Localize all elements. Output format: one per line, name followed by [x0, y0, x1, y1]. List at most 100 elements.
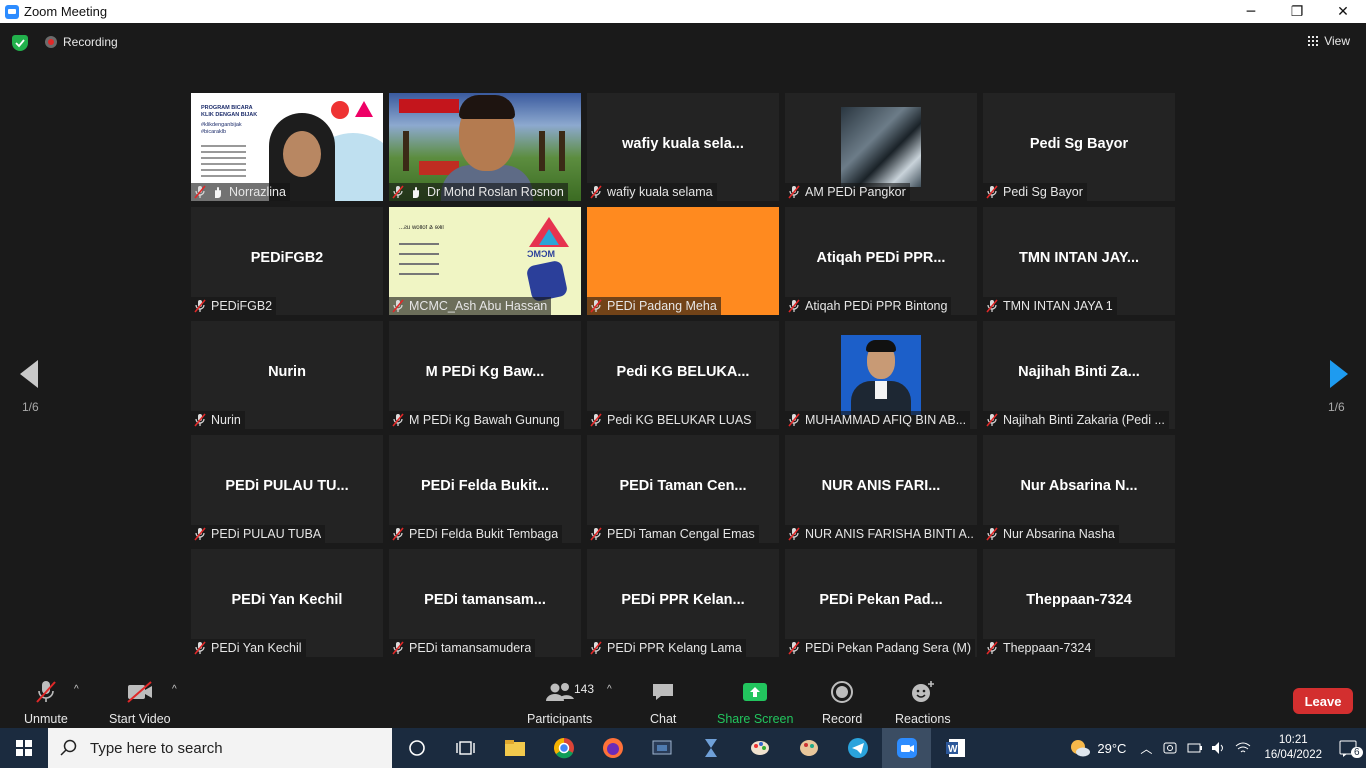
- participant-tile[interactable]: MUHAMMAD AFIQ BIN AB...: [785, 321, 977, 429]
- participant-name-label: TMN INTAN JAYA 1: [983, 297, 1117, 315]
- participant-tile[interactable]: TMN INTAN JAY... TMN INTAN JAYA 1: [983, 207, 1175, 315]
- participant-tile[interactable]: PEDi Pekan Pad... PEDi Pekan Padang Sera …: [785, 549, 977, 657]
- record-label: Record: [822, 712, 863, 726]
- participant-display-name: TMN INTAN JAY...: [1018, 250, 1140, 266]
- reactions-button[interactable]: Reactions: [895, 680, 951, 726]
- participant-display-name: wafiy kuala sela...: [622, 136, 744, 152]
- view-button[interactable]: View: [1308, 34, 1350, 48]
- mic-muted-icon: [787, 185, 801, 199]
- participant-name: PEDiFGB2: [211, 299, 273, 313]
- maximize-button[interactable]: ❐: [1274, 0, 1320, 23]
- start-video-label: Start Video: [109, 712, 171, 726]
- participant-tile[interactable]: like & follow us... MCMC MCMC_Ash Abu Hass…: [389, 207, 581, 315]
- security-shield-icon[interactable]: [12, 35, 28, 51]
- notifications-button[interactable]: 6: [1330, 728, 1366, 768]
- participant-tile[interactable]: Nur Absarina N... Nur Absarina Nasha: [983, 435, 1175, 543]
- participant-name: PEDi Taman Cengal Emas: [607, 527, 755, 541]
- record-button[interactable]: Record: [822, 680, 862, 726]
- chevron-up-icon[interactable]: ︿: [1140, 740, 1152, 757]
- participant-tile[interactable]: M PEDi Kg Baw... M PEDi Kg Bawah Gunung: [389, 321, 581, 429]
- participant-tile[interactable]: Theppaan-7324 Theppaan-7324: [983, 549, 1175, 657]
- participant-display-name: NUR ANIS FARI...: [821, 478, 941, 494]
- audio-options-caret-icon[interactable]: ^: [74, 684, 79, 695]
- hourglass-app-icon[interactable]: [686, 728, 735, 768]
- participant-display-name: Nurin: [268, 364, 306, 380]
- participant-tile[interactable]: PROGRAM BICARA KLIK DENGAN BIJAK #klikdeng…: [191, 93, 383, 201]
- gallery-grid: PROGRAM BICARA KLIK DENGAN BIJAK #klikdeng…: [191, 93, 1175, 657]
- unmute-label: Unmute: [24, 712, 68, 726]
- participant-tile[interactable]: PEDi tamansam... PEDi tamansamudera: [389, 549, 581, 657]
- telegram-icon[interactable]: [833, 728, 882, 768]
- file-explorer-icon[interactable]: [490, 728, 539, 768]
- task-view-icon[interactable]: [441, 728, 490, 768]
- battery-icon[interactable]: [1186, 739, 1204, 757]
- camera-tray-icon[interactable]: [1162, 739, 1180, 757]
- leave-button[interactable]: Leave: [1293, 688, 1353, 714]
- word-icon[interactable]: W: [931, 728, 980, 768]
- share-screen-button[interactable]: Share Screen: [717, 680, 793, 726]
- participant-tile[interactable]: PEDi Felda Bukit... PEDi Felda Bukit Temb…: [389, 435, 581, 543]
- start-button[interactable]: [0, 728, 48, 768]
- participant-tile[interactable]: PEDi Padang Meha: [587, 207, 779, 315]
- mic-muted-icon: [589, 527, 603, 541]
- participant-tile[interactable]: Nurin Nurin: [191, 321, 383, 429]
- participant-tile[interactable]: PEDi PPR Kelan... PEDi PPR Kelang Lama: [587, 549, 779, 657]
- taskbar-search[interactable]: Type here to search: [48, 728, 392, 768]
- weather-sun-cloud-icon: [1071, 740, 1091, 757]
- participant-tile[interactable]: Atiqah PEDi PPR... Atiqah PEDi PPR Binton…: [785, 207, 977, 315]
- participant-tile[interactable]: AM PEDi Pangkor: [785, 93, 977, 201]
- participant-display-name: PEDiFGB2: [250, 250, 324, 266]
- mic-muted-icon: [193, 527, 207, 541]
- participant-tile[interactable]: Dr Mohd Roslan Rosnon: [389, 93, 581, 201]
- participant-name-label: PEDi Taman Cengal Emas: [587, 525, 759, 543]
- raised-hand-icon: [409, 185, 423, 199]
- clock[interactable]: 10:21 16/04/2022: [1264, 733, 1322, 763]
- participant-tile[interactable]: Pedi Sg Bayor Pedi Sg Bayor: [983, 93, 1175, 201]
- unmute-button[interactable]: Unmute: [24, 680, 68, 726]
- mic-muted-icon: [589, 413, 603, 427]
- participants-caret-icon[interactable]: ^: [607, 684, 612, 695]
- participant-tile[interactable]: Pedi KG BELUKA... Pedi KG BELUKAR LUAS: [587, 321, 779, 429]
- minimize-button[interactable]: ─: [1228, 0, 1274, 23]
- chat-button[interactable]: Chat: [650, 680, 676, 726]
- paint-app-icon[interactable]: [735, 728, 784, 768]
- close-button[interactable]: ✕: [1320, 0, 1366, 23]
- participant-display-name: Pedi Sg Bayor: [1029, 136, 1129, 152]
- share-screen-label: Share Screen: [717, 712, 794, 726]
- window-title: Zoom Meeting: [24, 4, 108, 19]
- view-label: View: [1324, 34, 1350, 48]
- mic-muted-icon: [589, 185, 603, 199]
- start-video-button[interactable]: Start Video: [109, 680, 171, 726]
- media-app-icon[interactable]: [637, 728, 686, 768]
- participant-tile[interactable]: PEDi Taman Cen... PEDi Taman Cengal Emas: [587, 435, 779, 543]
- participant-tile[interactable]: PEDi Yan Kechil PEDi Yan Kechil: [191, 549, 383, 657]
- participant-name: PEDi Pekan Padang Sera (M): [805, 641, 972, 655]
- cortana-icon[interactable]: [392, 728, 441, 768]
- previous-page[interactable]: 1/6: [18, 360, 40, 414]
- arrow-left-icon[interactable]: [20, 360, 38, 388]
- participant-tile[interactable]: NUR ANIS FARI... NUR ANIS FARISHA BINTI A…: [785, 435, 977, 543]
- participant-name: PEDi PPR Kelang Lama: [607, 641, 742, 655]
- recording-indicator[interactable]: Recording: [45, 35, 118, 49]
- firefox-icon[interactable]: [588, 728, 637, 768]
- arrow-right-icon[interactable]: [1330, 360, 1348, 388]
- volume-icon[interactable]: [1210, 739, 1228, 757]
- participant-name: Norrazlina: [229, 185, 286, 199]
- next-page[interactable]: 1/6: [1328, 360, 1350, 414]
- participant-name-label: Theppaan-7324: [983, 639, 1096, 657]
- zoom-taskbar-icon[interactable]: [882, 728, 931, 768]
- participant-tile[interactable]: PEDiFGB2 PEDiFGB2: [191, 207, 383, 315]
- participant-name-label: PEDi PULAU TUBA: [191, 525, 326, 543]
- chrome-icon[interactable]: [539, 728, 588, 768]
- reactions-label: Reactions: [895, 712, 951, 726]
- participant-tile[interactable]: PEDi PULAU TU... PEDi PULAU TUBA: [191, 435, 383, 543]
- participant-tile[interactable]: Najihah Binti Za... Najihah Binti Zakaria…: [983, 321, 1175, 429]
- wifi-icon[interactable]: [1234, 739, 1252, 757]
- participant-tile[interactable]: wafiy kuala sela... wafiy kuala selama: [587, 93, 779, 201]
- mic-muted-icon: [391, 641, 405, 655]
- video-options-caret-icon[interactable]: ^: [172, 684, 177, 695]
- participant-name: wafiy kuala selama: [607, 185, 713, 199]
- paint3d-app-icon[interactable]: [784, 728, 833, 768]
- weather-widget[interactable]: 29°C: [1069, 738, 1126, 758]
- participant-name-label: Nur Absarina Nasha: [983, 525, 1119, 543]
